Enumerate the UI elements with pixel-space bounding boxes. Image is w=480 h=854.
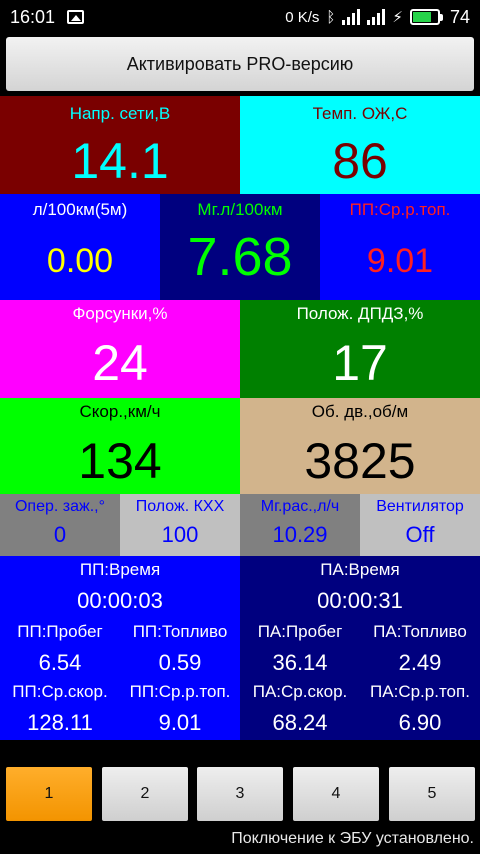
trip-fuel-label: ПП:Топливо <box>132 622 228 641</box>
total-time[interactable]: ПА:Время 00:00:31 <box>240 560 480 614</box>
trip-avg-speed[interactable]: ПП:Ср.скор. 128.11 <box>0 682 120 736</box>
total-fuel[interactable]: ПА:Топливо 2.49 <box>360 622 480 676</box>
instant-flow-value: 10.29 <box>272 522 328 547</box>
battery-icon <box>409 9 443 25</box>
image-icon <box>67 10 85 24</box>
total-panel: ПА:Время 00:00:31 ПА:Пробег 36.14 ПА:Топ… <box>240 556 480 740</box>
consumption-5m-tile[interactable]: л/100км(5м) 0.00 <box>0 194 160 300</box>
voltage-tile[interactable]: Напр. сети,В 14.1 <box>0 96 240 194</box>
total-avg-fuel[interactable]: ПА:Ср.р.топ. 6.90 <box>360 682 480 736</box>
trip-distance-label: ПП:Пробег <box>17 622 103 641</box>
total-avg-fuel-label: ПА:Ср.р.топ. <box>370 682 470 701</box>
total-time-label: ПА:Время <box>320 560 400 579</box>
total-time-value: 00:00:31 <box>317 588 403 613</box>
trip-distance[interactable]: ПП:Пробег 6.54 <box>0 622 120 676</box>
coolant-temp-tile[interactable]: Темп. ОЖ,С 86 <box>240 96 480 194</box>
fan-label: Вентилятор <box>376 498 464 515</box>
speed-value: 134 <box>78 433 162 489</box>
signal-icon <box>367 9 386 25</box>
trip-time[interactable]: ПП:Время 00:00:03 <box>0 560 240 614</box>
instant-flow-label: Мг.рас.,л/ч <box>260 498 340 515</box>
voltage-label: Напр. сети,В <box>69 104 171 123</box>
voltage-value: 14.1 <box>71 133 169 189</box>
trip-distance-value: 6.54 <box>38 650 82 675</box>
trip-avg-fuel-tile[interactable]: ПП:Ср.р.топ. 9.01 <box>320 194 480 300</box>
injectors-label: Форсунки,% <box>72 304 168 323</box>
consumption-5m-label: л/100км(5м) <box>32 200 128 219</box>
charging-icon: ⚡ <box>392 9 403 26</box>
ignition-timing-label: Опер. заж.,° <box>14 498 106 515</box>
total-avg-speed-label: ПА:Ср.скор. <box>252 682 348 701</box>
total-avg-speed[interactable]: ПА:Ср.скор. 68.24 <box>240 682 360 736</box>
trip-avg-fuel-value: 9.01 <box>366 242 434 280</box>
idle-valve-value: 100 <box>161 522 199 547</box>
throttle-value: 17 <box>332 335 388 391</box>
trip-panel: ПП:Время 00:00:03 ПП:Пробег 6.54 ПП:Топл… <box>0 556 240 740</box>
speed-label: Скор.,км/ч <box>79 402 161 421</box>
trip-avg-fuel[interactable]: ПП:Ср.р.топ. 9.01 <box>120 682 240 736</box>
tab-2[interactable]: 2 <box>102 767 188 821</box>
total-avg-fuel-value: 6.90 <box>398 710 442 735</box>
total-fuel-label: ПА:Топливо <box>373 622 467 641</box>
tab-5[interactable]: 5 <box>389 767 475 821</box>
clock: 16:01 <box>10 6 56 27</box>
total-fuel-value: 2.49 <box>398 650 442 675</box>
page-tabs: 1 2 3 4 5 <box>0 748 480 830</box>
trip-fuel[interactable]: ПП:Топливо 0.59 <box>120 622 240 676</box>
trip-avg-speed-value: 128.11 <box>27 710 93 735</box>
instant-consumption-value: 7.68 <box>187 227 293 287</box>
rpm-value: 3825 <box>304 433 416 489</box>
rpm-tile[interactable]: Об. дв.,об/м 3825 <box>240 398 480 494</box>
activate-pro-button[interactable]: Активировать PRO-версию <box>6 37 474 91</box>
idle-valve-tile[interactable]: Полож. КХХ 100 <box>120 494 240 556</box>
pro-area: Активировать PRO-версию <box>0 34 480 96</box>
trip-avg-fuel-label: ПП:Ср.р.топ. <box>349 200 451 219</box>
total-distance-label: ПА:Пробег <box>257 622 343 641</box>
injectors-value: 24 <box>92 335 148 391</box>
trip-avg-fuel-stat-label: ПП:Ср.р.топ. <box>129 682 231 701</box>
status-icons: 0 K/s ᛒ ⚡ 74 <box>285 7 470 28</box>
coolant-temp-value: 86 <box>332 133 388 189</box>
ignition-timing-value: 0 <box>53 522 67 547</box>
status-bar: 16:01 0 K/s ᛒ ⚡ 74 <box>0 0 480 34</box>
throttle-tile[interactable]: Полож. ДПДЗ,% 17 <box>240 300 480 398</box>
speed-tile[interactable]: Скор.,км/ч 134 <box>0 398 240 494</box>
idle-valve-label: Полож. КХХ <box>135 498 225 515</box>
throttle-label: Полож. ДПДЗ,% <box>296 304 424 323</box>
trip-time-label: ПП:Время <box>79 560 161 579</box>
ignition-timing-tile[interactable]: Опер. заж.,° 0 <box>0 494 120 556</box>
trip-time-value: 00:00:03 <box>77 588 163 613</box>
net-speed: 0 K/s <box>285 8 320 26</box>
instant-consumption-label: Мг.л/100км <box>197 200 283 219</box>
rpm-label: Об. дв.,об/м <box>311 402 409 421</box>
trip-avg-speed-label: ПП:Ср.скор. <box>12 682 108 701</box>
instant-flow-tile[interactable]: Мг.рас.,л/ч 10.29 <box>240 494 360 556</box>
fan-value: Off <box>405 522 435 547</box>
fan-tile[interactable]: Вентилятор Off <box>360 494 480 556</box>
trip-fuel-value: 0.59 <box>158 650 202 675</box>
trip-avg-fuel-stat-value: 9.01 <box>158 710 202 735</box>
bluetooth-icon: ᛒ <box>326 8 336 26</box>
total-avg-speed-value: 68.24 <box>272 710 328 735</box>
signal-icon <box>342 9 361 25</box>
tab-1[interactable]: 1 <box>6 767 92 821</box>
consumption-5m-value: 0.00 <box>46 242 114 280</box>
battery-percent: 74 <box>449 6 470 27</box>
connection-status: Поключение к ЭБУ установлено. <box>231 830 474 847</box>
instant-consumption-tile[interactable]: Мг.л/100км 7.68 <box>160 194 320 300</box>
total-distance[interactable]: ПА:Пробег 36.14 <box>240 622 360 676</box>
injectors-tile[interactable]: Форсунки,% 24 <box>0 300 240 398</box>
tab-3[interactable]: 3 <box>197 767 283 821</box>
coolant-temp-label: Темп. ОЖ,С <box>312 104 408 123</box>
total-distance-value: 36.14 <box>272 650 328 675</box>
tab-4[interactable]: 4 <box>293 767 379 821</box>
